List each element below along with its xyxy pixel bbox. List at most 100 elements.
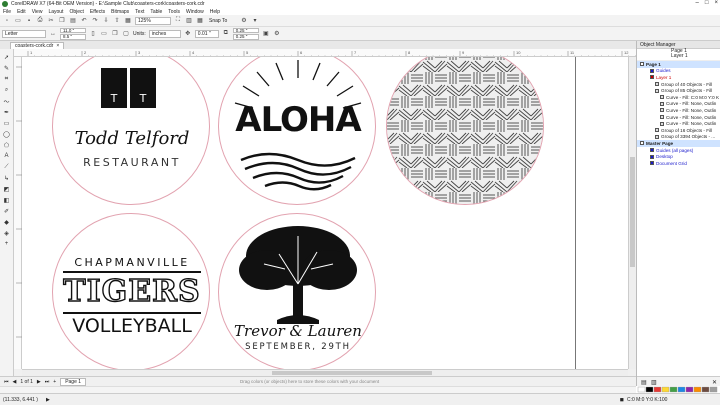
horizontal-scroll-thumb[interactable] [272,371,432,375]
freehand-tool-icon[interactable]: 〜 [3,97,11,106]
close-icon[interactable]: × [714,0,718,6]
menu-window[interactable]: Window [186,9,204,15]
duplicate-x-input[interactable]: 0.25 " [232,27,259,33]
polygon-tool-icon[interactable]: ⬠ [3,141,11,149]
palette-swatch[interactable] [645,386,654,393]
palette-swatch[interactable] [701,386,710,393]
landscape-icon[interactable]: ▭ [100,30,108,38]
eyedropper-icon[interactable]: ✐ [3,207,11,215]
delete-icon[interactable]: ✕ [712,379,717,386]
publish-pdf-icon[interactable]: ▦ [124,17,132,25]
palette-swatch[interactable] [669,386,678,393]
new-document-icon[interactable]: ▫ [3,17,11,25]
tab-page-1[interactable]: Page 1 [60,377,87,386]
fill-swatch-icon[interactable]: ◼ [620,397,624,403]
coaster-chapmanville-tigers[interactable]: CHAPMANVILLE TIGERS VOLLEYBALL [52,213,210,369]
drawing-canvas[interactable]: T T Todd Telford RESTAURANT ALOHA CHAPMA… [22,57,628,369]
vertical-scroll-thumb[interactable] [630,157,635,267]
menu-tools[interactable]: Tools [168,9,180,15]
object-tree-row[interactable]: Group of 16 Objects - Fill [637,127,720,134]
new-master-layer-icon[interactable]: ▥ [651,379,657,386]
palette-swatch[interactable] [685,386,694,393]
menu-view[interactable]: View [32,9,43,15]
interactive-fill-icon[interactable]: ◆ [3,218,11,226]
duplicate-y-input[interactable]: 0.25 " [232,34,259,40]
menu-help[interactable]: Help [210,9,220,15]
menu-layout[interactable]: Layout [48,9,63,15]
dimension-tool-icon[interactable]: ⟋ [3,163,11,171]
page-size-select[interactable]: Letter [2,29,46,38]
object-tree-row[interactable]: Layer 1 [637,74,720,81]
object-tree-row[interactable]: Curve - Fill: None, Outlin [637,101,720,108]
minimize-icon[interactable]: – [696,0,699,6]
add-tool-icon[interactable]: + [3,240,11,248]
last-page-icon[interactable]: ⏭ [45,379,50,385]
menu-effects[interactable]: Effects [90,9,105,15]
object-tree-row[interactable]: Page 1 [637,61,720,68]
vertical-scrollbar[interactable] [628,57,636,369]
next-page-icon[interactable]: ▶ [37,379,41,385]
all-pages-icon[interactable]: ❐ [111,30,119,38]
open-folder-icon[interactable]: ▭ [14,17,22,25]
menu-bitmaps[interactable]: Bitmaps [111,9,129,15]
units-select[interactable]: inches [148,29,181,38]
smart-fill-icon[interactable]: ◈ [3,229,11,237]
export-icon[interactable]: ⇧ [113,17,121,25]
object-tree-row[interactable]: Curve - Fill: None, Outlin [637,107,720,114]
object-tree-row[interactable]: Desktop [637,153,720,160]
object-tree-row[interactable]: Guides [637,68,720,75]
import-icon[interactable]: ⇩ [102,17,110,25]
rectangle-tool-icon[interactable]: ▭ [3,119,11,127]
object-tree-row[interactable]: Group of 85 Objects - Fill [637,87,720,94]
object-tree-row[interactable]: Curve - Fill: C:0 M:0 Y:0 K [637,94,720,101]
palette-swatch[interactable] [653,386,662,393]
menu-text[interactable]: Text [135,9,144,15]
add-page-icon[interactable]: + [53,379,56,385]
zoom-level-select[interactable]: 125% [135,16,171,25]
show-rulers-icon[interactable]: ▥ [185,17,193,25]
tab-coasters-cork[interactable]: coasters-cork.cdr × [10,42,65,49]
object-tree-row[interactable]: Group of 40 Objects - Fill [637,81,720,88]
object-tree-row[interactable]: Guides (all pages) [637,147,720,154]
menu-file[interactable]: File [3,9,11,15]
zoom-tool-icon[interactable]: ⌕ [3,86,11,94]
cut-icon[interactable]: ✂ [47,17,55,25]
document-palette-strip[interactable] [0,386,636,393]
save-icon[interactable]: ▪ [25,17,33,25]
horizontal-scrollbar[interactable] [22,369,628,376]
paste-icon[interactable]: ▤ [69,17,77,25]
current-page-icon[interactable]: ▢ [122,30,130,38]
shape-tool-icon[interactable]: ✎ [3,64,11,72]
first-page-icon[interactable]: ⏮ [4,379,9,385]
palette-swatch[interactable] [637,386,646,393]
connector-tool-icon[interactable]: ↳ [3,174,11,182]
undo-icon[interactable]: ↶ [80,17,88,25]
status-play-icon[interactable]: ▶ [46,397,50,403]
object-tree-row[interactable]: Document Grid [637,160,720,167]
text-tool-icon[interactable]: A [3,152,11,160]
treat-as-filled-icon[interactable]: ▣ [262,30,270,38]
pick-tool-icon[interactable]: ➚ [3,53,11,61]
palette-swatch[interactable] [677,386,686,393]
prev-page-icon[interactable]: ◀ [13,379,17,385]
menu-table[interactable]: Table [150,9,162,15]
redo-icon[interactable]: ↷ [91,17,99,25]
coaster-wedding-tree[interactable]: Trevor & Lauren SEPTEMBER, 29TH [218,213,376,369]
portrait-icon[interactable]: ▯ [89,30,97,38]
nudge-distance-input[interactable]: 0.01 " [194,29,219,38]
palette-swatch[interactable] [693,386,702,393]
crop-tool-icon[interactable]: ⌗ [3,75,11,83]
menu-object[interactable]: Object [69,9,83,15]
application-launcher-icon[interactable]: ▾ [251,17,259,25]
maximize-icon[interactable]: □ [705,0,709,6]
page-height-input[interactable]: 8.5 " [60,34,86,40]
options-icon[interactable]: ⚙ [273,30,281,38]
options-gear-icon[interactable]: ⚙ [240,17,248,25]
menu-edit[interactable]: Edit [17,9,26,15]
color-palette[interactable] [636,386,720,393]
ellipse-tool-icon[interactable]: ◯ [3,130,11,138]
full-screen-icon[interactable]: ⛶ [174,17,182,25]
show-grid-icon[interactable]: ▦ [196,17,204,25]
transparency-icon[interactable]: ◧ [3,196,11,204]
object-tree-row[interactable]: Master Page [637,140,720,147]
